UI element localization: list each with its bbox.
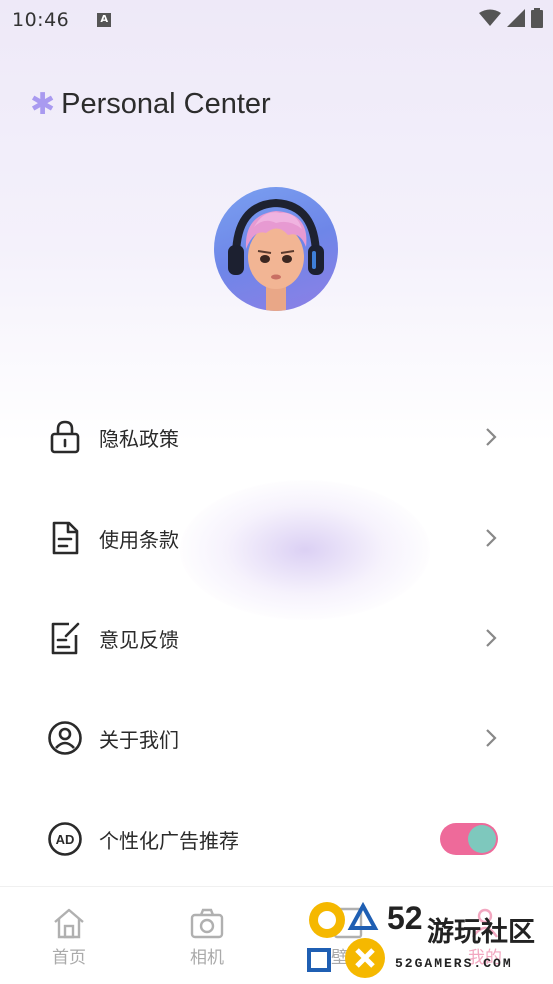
menu-item-label: 意见反馈 [99,627,179,652]
menu-item-label: 隐私政策 [99,426,179,451]
watermark-domain: 52GAMERS.COM [395,956,513,971]
nav-home[interactable]: 首页 [39,905,99,968]
sparkle-icon: ✱ [30,86,56,122]
page-header: ✱ Personal Center [30,88,271,121]
menu-item-label: 关于我们 [99,727,179,752]
toggle-knob [468,825,496,853]
ad-personalization-label: 个性化广告推荐 [99,828,239,853]
nav-camera[interactable]: 相机 [177,905,237,968]
chevron-right-icon [486,729,497,747]
menu-item-privacy[interactable]: 隐私政策 [0,407,553,467]
status-bar: 10:46 A [0,0,553,40]
user-circle-icon [48,721,82,755]
camera-icon [190,908,224,939]
watermark-name: 游玩社区 [427,917,535,948]
watermark-logo: 52 游玩社区 52GAMERS.COM [305,900,553,982]
document-icon [52,521,79,555]
home-icon [54,908,84,939]
page-title: Personal Center [61,88,271,120]
nav-label: 首页 [52,948,86,968]
ad-icon: AD [48,822,82,856]
status-time: 10:46 [12,9,70,31]
feedback-edit-icon [51,622,80,655]
menu-item-about[interactable]: 关于我们 [0,708,553,768]
lock-icon [50,420,80,454]
wifi-icon [479,9,501,26]
chevron-right-icon [486,529,497,547]
gamepad-symbols-icon [307,901,385,978]
battery-icon [531,8,543,28]
ad-personalization-toggle[interactable] [440,823,498,855]
avatar-illustration [228,198,324,311]
chevron-right-icon [486,629,497,647]
menu-item-feedback[interactable]: 意见反馈 [0,608,553,668]
signal-icon [507,9,525,27]
nav-label: 相机 [190,948,224,968]
chevron-right-icon [486,428,497,446]
menu-item-label: 使用条款 [99,527,179,552]
svg-text:AD: AD [56,832,75,847]
watermark-number: 52 [387,900,423,936]
status-icons [479,8,543,28]
avatar[interactable] [214,187,338,311]
menu-item-terms[interactable]: 使用条款 [0,508,553,568]
notification-a-icon: A [97,13,112,27]
